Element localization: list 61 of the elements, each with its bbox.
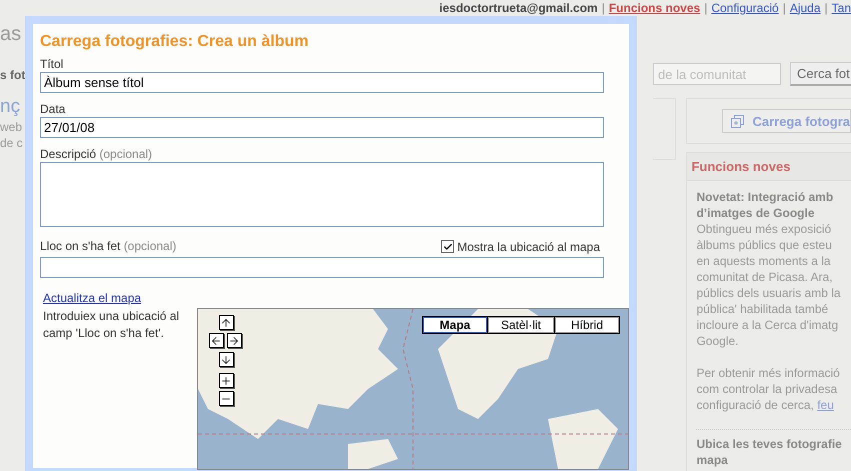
news-text: públics dels usuaris amb la — [696, 285, 842, 301]
pan-down-button[interactable] — [218, 352, 234, 367]
arrow-up-icon — [220, 316, 232, 328]
description-field[interactable] — [40, 162, 604, 227]
separator: | — [602, 0, 605, 14]
zoom-out-button[interactable] — [218, 391, 234, 406]
news-text: pública' habilitada també — [696, 301, 830, 317]
map-type-tab[interactable]: Satèl·lit — [488, 317, 554, 333]
background-text: as — [0, 23, 22, 46]
pan-up-button[interactable] — [218, 315, 234, 330]
arrow-left-icon — [210, 334, 222, 346]
news-heading: d’imatges de Google — [696, 205, 816, 221]
news-text: com controlar la privadesa — [696, 381, 838, 397]
checkbox[interactable] — [441, 240, 454, 253]
text-field[interactable]: Àlbum sense títol — [40, 72, 604, 93]
news-text: configuració de cerca, feu — [696, 397, 835, 413]
news-text: Per obtenir més informació — [696, 365, 841, 381]
field-label: Lloc on s'ha fet (opcional) — [40, 239, 176, 253]
news-text: Google. — [696, 333, 740, 349]
header-link[interactable]: Configuració — [711, 0, 779, 14]
pan-right-button[interactable] — [226, 333, 242, 348]
separator: | — [782, 0, 786, 14]
arrow-right-icon — [228, 334, 240, 346]
checkbox-label: Mostra la ubicació al mapa — [457, 240, 600, 254]
account-email: iesdoctortrueta@gmail.com — [439, 0, 598, 14]
news-text: incloure a la Cerca d'imatg — [696, 317, 840, 333]
field-label: Descripció (opcional) — [40, 147, 154, 161]
plus-icon — [220, 374, 232, 386]
news-title: Funcions noves — [687, 153, 851, 181]
news-text: comunitat de Picasa. Ara, — [696, 269, 834, 285]
background-text: nç — [0, 96, 22, 118]
pan-left-button[interactable] — [208, 333, 224, 348]
zoom-in-button[interactable] — [218, 373, 234, 388]
text-field[interactable]: 27/01/08 — [40, 117, 604, 138]
update-map-link[interactable]: Actualitza el mapa — [43, 291, 142, 305]
header-link[interactable]: Ajuda — [790, 0, 821, 14]
search-field[interactable]: de la comunitat — [653, 63, 781, 85]
news-text: Obtingueu més exposició — [696, 221, 832, 237]
news-heading: Ubica les teves fotografie — [696, 436, 843, 452]
add-photos-icon — [731, 114, 744, 128]
text-field[interactable] — [40, 257, 604, 278]
map-type-tab[interactable]: Híbrid — [555, 317, 619, 333]
news-heading: Novetat: Integració amb — [696, 189, 834, 205]
map-view[interactable]: Mapa Satèl·lit Híbrid — [196, 308, 629, 470]
news-heading: mapa — [696, 452, 729, 468]
background-text: s fot — [0, 68, 25, 82]
map-hint: Introduiex una ubicació al camp 'Lloc on s'ha fet'. — [43, 308, 180, 342]
header-link[interactable]: Tan — [832, 0, 851, 14]
field-label: Títol — [40, 57, 64, 71]
map-type-tab[interactable]: Mapa — [423, 317, 487, 333]
background-text: de c — [0, 136, 24, 150]
header-link[interactable]: Funcions noves — [608, 0, 700, 14]
arrow-down-icon — [220, 354, 232, 366]
separator: | — [824, 0, 828, 14]
background-text: web — [0, 120, 24, 134]
separator: | — [704, 0, 708, 14]
dialog-title: Carrega fotografies: Crea un àlbum — [40, 33, 310, 51]
field-label: Data — [40, 102, 66, 116]
news-text: àlbums públics que esteu — [696, 237, 833, 253]
search-button[interactable]: Cerca fot — [790, 62, 851, 86]
news-text: en aquests moments a la — [696, 253, 832, 269]
